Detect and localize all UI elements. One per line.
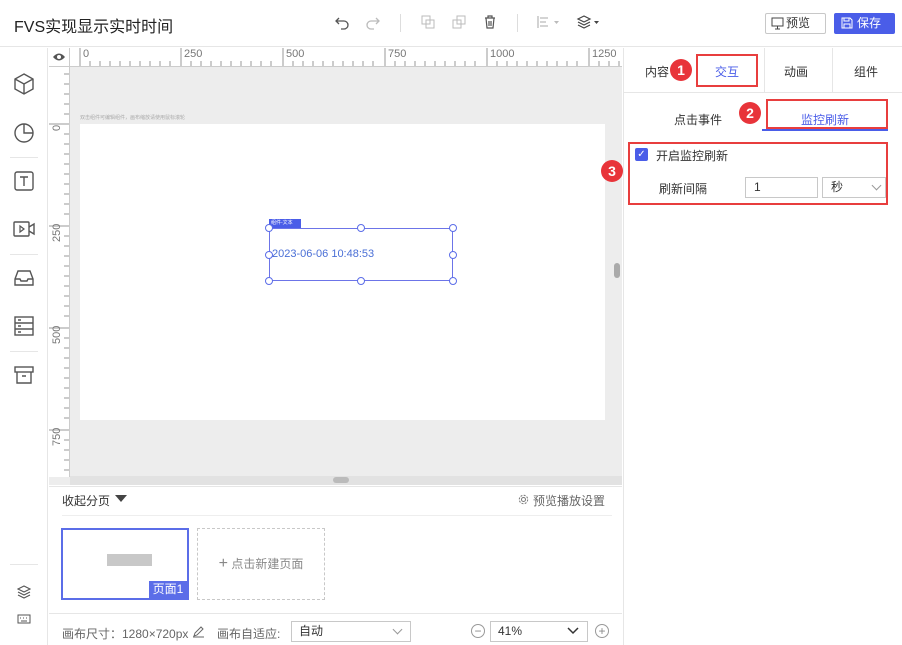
caret-down-icon[interactable] xyxy=(115,495,127,502)
annotation-box-2 xyxy=(766,99,888,129)
ruler-corner[interactable] xyxy=(49,48,70,67)
save-label: 保存 xyxy=(857,16,882,30)
ruler-label: 750 xyxy=(388,48,407,60)
pie-chart-icon[interactable] xyxy=(12,120,36,144)
preview-label: 预览 xyxy=(786,16,811,30)
resize-handle[interactable] xyxy=(449,251,457,259)
play-settings-label: 预览播放设置 xyxy=(533,494,606,508)
gear-icon xyxy=(518,494,529,505)
preview-button[interactable]: 预览 xyxy=(765,13,826,34)
annotation-badge-2: 2 xyxy=(739,102,761,124)
tab-divider xyxy=(764,48,765,93)
vertical-scroll-thumb[interactable] xyxy=(614,263,620,278)
keyboard-icon[interactable] xyxy=(17,613,31,628)
auto-fit-value: 自动 xyxy=(299,624,324,638)
ruler-label: 250 xyxy=(184,48,203,60)
zoom-value: 41% xyxy=(498,624,523,638)
sidebar-divider xyxy=(10,157,38,158)
collapse-pages-button[interactable]: 收起分页 xyxy=(62,492,110,509)
new-page-button[interactable]: + 点击新建页面 xyxy=(197,528,325,600)
edit-icon[interactable] xyxy=(192,625,205,641)
datetime-text[interactable]: 2023-06-06 10:48:53 xyxy=(272,248,374,260)
annotation-badge-1: 1 xyxy=(670,59,692,81)
tab-divider xyxy=(832,48,833,93)
resize-handle[interactable] xyxy=(449,277,457,285)
app-title: FVS实现显示实时时间 xyxy=(14,19,174,36)
align-icon[interactable] xyxy=(536,14,562,32)
ruler-horizontal: 0 250 500 750 1000 1250 xyxy=(70,48,622,67)
tab-content[interactable]: 内容 xyxy=(645,63,669,80)
annotation-box-1 xyxy=(696,54,758,87)
sidebar-divider xyxy=(10,254,38,255)
ruler-label: 500 xyxy=(51,325,63,344)
undo-icon[interactable] xyxy=(333,14,351,32)
auto-fit-select[interactable]: 自动 xyxy=(291,621,411,642)
video-icon[interactable] xyxy=(12,217,36,241)
active-subtab-indicator xyxy=(762,129,888,131)
canvas-hint: 双击组件可编辑组件，画布缩放请使用鼠标滚轮 xyxy=(80,115,186,121)
properties-panel xyxy=(623,48,902,645)
ruler-label: 1000 xyxy=(490,48,515,60)
toolbar-divider xyxy=(517,14,518,32)
ruler-label: 750 xyxy=(51,427,63,446)
resize-handle[interactable] xyxy=(449,224,457,232)
canvas-size-text: 画布尺寸：1280×720px xyxy=(62,627,189,641)
redo-icon[interactable] xyxy=(364,14,382,32)
send-backward-icon[interactable] xyxy=(450,14,468,32)
pages-divider xyxy=(62,515,612,516)
chevron-down-icon xyxy=(392,624,403,635)
auto-fit-label: 画布自适应: xyxy=(217,627,281,641)
tab-animation[interactable]: 动画 xyxy=(784,63,808,80)
zoom-in-button[interactable]: + xyxy=(595,624,609,638)
server-icon[interactable] xyxy=(12,314,36,338)
resize-handle[interactable] xyxy=(265,224,273,232)
thumbnail-preview-block xyxy=(107,554,152,566)
monitor-icon xyxy=(771,17,784,30)
annotation-badge-3: 3 xyxy=(601,160,623,182)
zoom-out-button[interactable]: − xyxy=(471,624,485,638)
new-page-label: 点击新建页面 xyxy=(231,557,304,571)
eye-icon[interactable] xyxy=(52,52,66,62)
resize-handle[interactable] xyxy=(357,224,365,232)
sidebar-divider xyxy=(10,351,38,352)
bring-forward-icon[interactable] xyxy=(419,14,437,32)
tab-component[interactable]: 组件 xyxy=(854,63,878,80)
ruler-label: 500 xyxy=(286,48,305,60)
sidebar-divider xyxy=(10,564,38,565)
annotation-box-3 xyxy=(628,142,888,205)
ruler-ticks xyxy=(79,48,620,66)
cube-icon[interactable] xyxy=(12,72,36,96)
subtab-click-event[interactable]: 点击事件 xyxy=(674,111,722,128)
inbox-icon[interactable] xyxy=(12,266,36,290)
ruler-vertical: 0 250 500 750 xyxy=(49,67,70,477)
ruler-label: 1250 xyxy=(592,48,617,60)
toolbar-divider xyxy=(400,14,401,32)
page-label: 页面1 xyxy=(149,581,187,598)
preview-play-settings-button[interactable]: 预览播放设置 xyxy=(518,492,606,509)
ruler-label: 250 xyxy=(51,223,63,242)
layers-icon[interactable] xyxy=(16,585,32,602)
archive-icon[interactable] xyxy=(12,363,36,387)
text-icon[interactable] xyxy=(12,169,36,193)
widget-tag: 组件-文本 xyxy=(269,219,301,228)
resize-handle[interactable] xyxy=(265,251,273,259)
ruler-label: 0 xyxy=(83,48,90,60)
save-icon xyxy=(841,17,853,29)
trash-icon[interactable] xyxy=(481,14,499,32)
horizontal-scroll-thumb[interactable] xyxy=(333,477,349,483)
layers-icon[interactable] xyxy=(576,14,602,32)
save-button[interactable]: 保存 xyxy=(834,13,895,34)
chevron-down-icon xyxy=(567,627,579,635)
ruler-label: 0 xyxy=(51,124,63,131)
plus-icon: + xyxy=(218,555,228,572)
zoom-select[interactable]: 41% xyxy=(490,621,588,642)
resize-handle[interactable] xyxy=(357,277,365,285)
resize-handle[interactable] xyxy=(265,277,273,285)
